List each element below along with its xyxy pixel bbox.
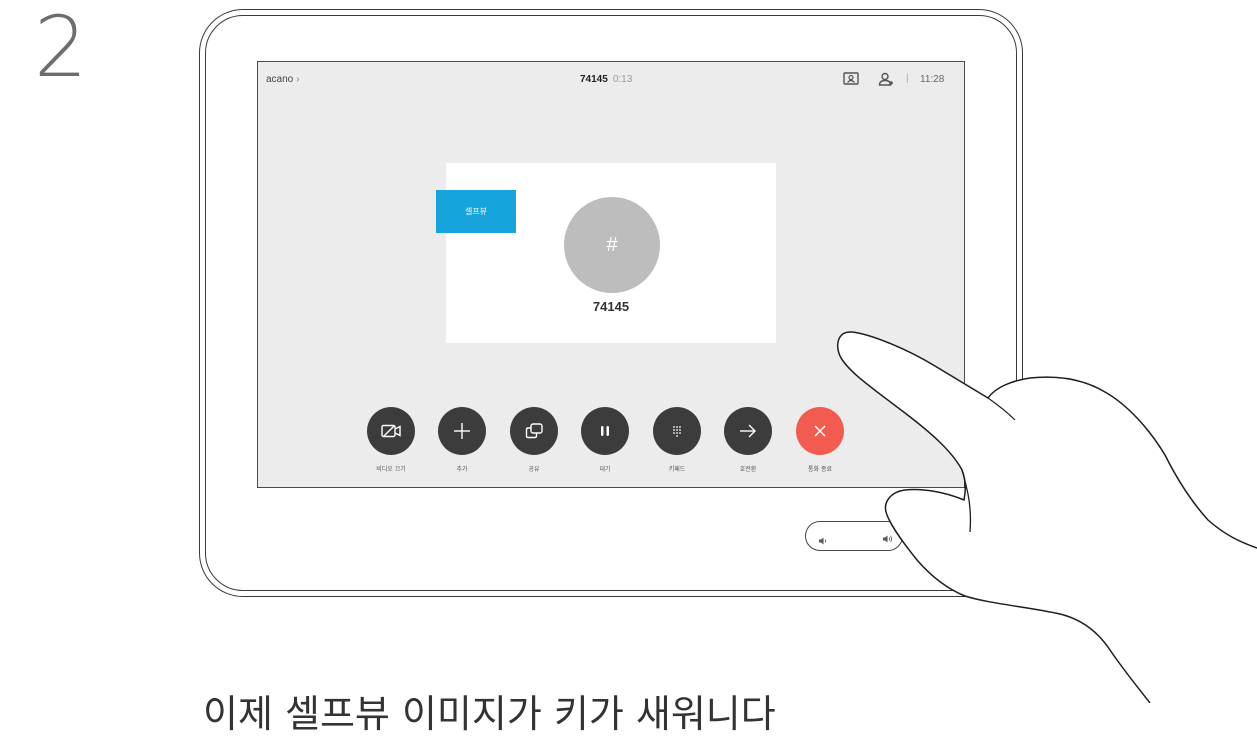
chevron-right-icon: ›: [296, 74, 300, 85]
selfview-button[interactable]: 셀프뷰: [436, 190, 516, 233]
step-number: 2: [34, 0, 88, 96]
selfview-toggle-icon[interactable]: [843, 72, 859, 89]
remote-number: 74145: [592, 299, 630, 314]
transfer-button[interactable]: 호전환: [715, 407, 781, 473]
video-off-button[interactable]: 비디오 끄기: [358, 407, 424, 473]
keypad-button[interactable]: 키패드: [644, 407, 710, 473]
plus-icon: [454, 423, 470, 439]
breadcrumb[interactable]: acano ›: [266, 74, 300, 85]
status-bar: acano › 74145 0:13 | 11:28: [258, 62, 964, 98]
volume-up-icon[interactable]: [882, 530, 894, 549]
transfer-label: 호전환: [739, 466, 757, 473]
breadcrumb-label: acano: [266, 74, 294, 85]
camera-off-icon: [381, 424, 401, 438]
end-call-button[interactable]: 통화 종료: [787, 407, 853, 473]
add-label: 추가: [456, 466, 468, 473]
hold-button[interactable]: 대기: [572, 407, 638, 473]
hold-circle[interactable]: [581, 407, 629, 455]
volume-rocker[interactable]: [805, 521, 903, 551]
keypad-label: 키패드: [668, 466, 686, 473]
call-info: 74145 0:13: [580, 74, 632, 85]
call-duration: 0:13: [612, 74, 633, 85]
share-circle[interactable]: [510, 407, 558, 455]
avatar: #: [564, 197, 660, 293]
hold-label: 대기: [599, 466, 611, 473]
end-call-label: 통화 종료: [808, 466, 832, 473]
add-circle[interactable]: [438, 407, 486, 455]
participants-icon[interactable]: [878, 72, 894, 89]
close-icon: [814, 425, 826, 437]
end-call-circle[interactable]: [796, 407, 844, 455]
video-off-circle[interactable]: [367, 407, 415, 455]
separator: |: [906, 73, 909, 84]
keypad-circle[interactable]: [653, 407, 701, 455]
share-button[interactable]: 공유: [501, 407, 567, 473]
caption: 이제 셀프뷰 이미지가 키가 새워니다: [203, 692, 776, 736]
add-button[interactable]: 추가: [429, 407, 495, 473]
share-icon: [525, 423, 543, 439]
clock: 11:28: [920, 74, 945, 85]
video-off-label: 비디오 끄기: [376, 466, 406, 473]
volume-down-icon[interactable]: [818, 531, 828, 550]
transfer-circle[interactable]: [724, 407, 772, 455]
share-label: 공유: [528, 466, 540, 473]
touch-screen: acano › 74145 0:13 | 11:28 # 74145 비디오 끄기 …: [257, 61, 965, 488]
arrow-right-icon: [740, 424, 756, 438]
keypad-icon: [673, 426, 681, 437]
pause-icon: [601, 426, 609, 436]
call-number: 74145: [580, 74, 608, 85]
